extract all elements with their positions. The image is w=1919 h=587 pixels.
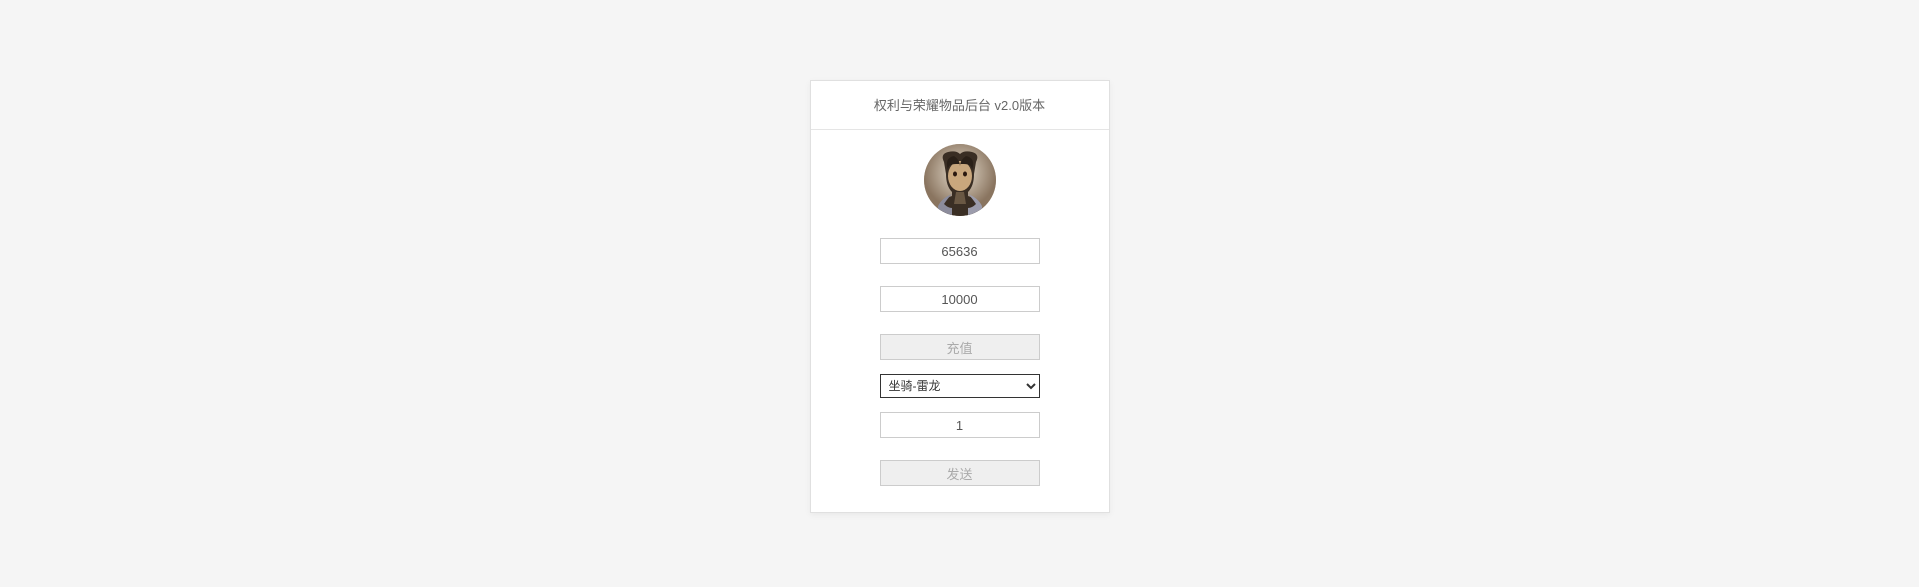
item-select[interactable]: 坐骑-雷龙	[880, 374, 1040, 398]
panel-title: 权利与荣耀物品后台 v2.0版本	[874, 98, 1045, 113]
avatar	[924, 144, 996, 216]
avatar-image	[924, 144, 996, 216]
panel-content: 充值 坐骑-雷龙 发送	[811, 130, 1109, 512]
recharge-button[interactable]: 充值	[880, 334, 1040, 360]
send-button[interactable]: 发送	[880, 460, 1040, 486]
admin-panel: 权利与荣耀物品后台 v2.0版本	[810, 80, 1110, 513]
panel-header: 权利与荣耀物品后台 v2.0版本	[811, 81, 1109, 130]
amount-input[interactable]	[880, 286, 1040, 312]
id-input[interactable]	[880, 238, 1040, 264]
quantity-input[interactable]	[880, 412, 1040, 438]
